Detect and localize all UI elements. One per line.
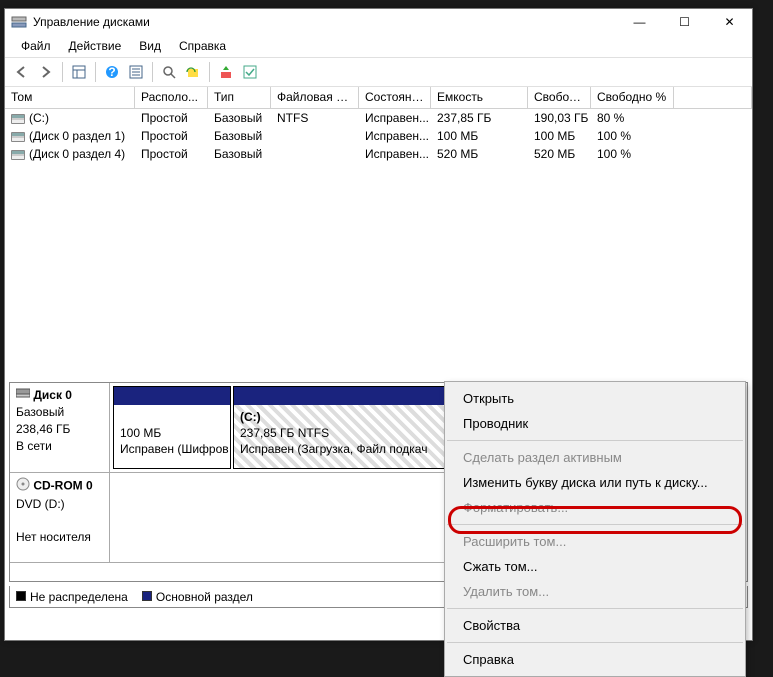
properties-icon[interactable]	[125, 61, 147, 83]
action2-icon[interactable]	[239, 61, 261, 83]
ctx-letter[interactable]: Изменить букву диска или путь к диску...	[445, 470, 745, 495]
p1-size: 100 МБ	[120, 426, 161, 440]
cdrom-status: Нет носителя	[16, 530, 91, 544]
cdrom-icon	[16, 477, 30, 496]
col-status[interactable]: Состояние	[359, 87, 431, 108]
ctx-open[interactable]: Открыть	[445, 386, 745, 411]
col-spacer	[674, 87, 752, 108]
table-row[interactable]: (Диск 0 раздел 1)ПростойБазовыйИсправен.…	[5, 127, 752, 145]
action1-icon[interactable]	[215, 61, 237, 83]
disk0-status: В сети	[16, 439, 52, 453]
col-freepct[interactable]: Свободно %	[591, 87, 674, 108]
window-title: Управление дисками	[33, 15, 617, 29]
legend-unallocated: Не распределена	[16, 590, 128, 604]
volume-icon	[11, 132, 25, 142]
disk0-info[interactable]: Диск 0 Базовый 238,46 ГБ В сети	[10, 383, 110, 472]
disk0-name: Диск 0	[33, 388, 72, 402]
menubar: Файл Действие Вид Справка	[5, 35, 752, 57]
ctx-help[interactable]: Справка	[445, 647, 745, 672]
menu-help[interactable]: Справка	[171, 37, 234, 55]
disk-icon	[16, 387, 30, 404]
cdrom-info[interactable]: CD-ROM 0 DVD (D:) Нет носителя	[10, 473, 110, 562]
disk0-partition1[interactable]: 100 МБ Исправен (Шифров	[113, 386, 231, 469]
col-tom[interactable]: Том	[5, 87, 135, 108]
col-type[interactable]: Тип	[208, 87, 271, 108]
menu-action[interactable]: Действие	[61, 37, 130, 55]
table-row[interactable]: (Диск 0 раздел 4)ПростойБазовыйИсправен.…	[5, 145, 752, 163]
context-menu: Открыть Проводник Сделать раздел активны…	[444, 381, 746, 677]
ctx-active: Сделать раздел активным	[445, 445, 745, 470]
p2-size: 237,85 ГБ NTFS	[240, 426, 329, 440]
menu-file[interactable]: Файл	[13, 37, 59, 55]
volume-table: Том Располо... Тип Файловая с... Состоян…	[5, 87, 752, 163]
refresh-icon[interactable]	[182, 61, 204, 83]
forward-icon[interactable]	[35, 61, 57, 83]
ctx-explorer[interactable]: Проводник	[445, 411, 745, 436]
menu-view[interactable]: Вид	[131, 37, 169, 55]
cdrom-type: DVD (D:)	[16, 497, 65, 511]
volume-icon	[11, 114, 25, 124]
ctx-delete: Удалить том...	[445, 579, 745, 604]
back-icon[interactable]	[11, 61, 33, 83]
ctx-shrink[interactable]: Сжать том...	[445, 554, 745, 579]
search-icon[interactable]	[158, 61, 180, 83]
maximize-button[interactable]: ☐	[662, 9, 707, 35]
col-free[interactable]: Свобод...	[528, 87, 591, 108]
cdrom-name: CD-ROM 0	[33, 479, 92, 493]
col-rasp[interactable]: Располо...	[135, 87, 208, 108]
p1-status: Исправен (Шифров	[120, 442, 229, 456]
col-capacity[interactable]: Емкость	[431, 87, 528, 108]
show-hide-icon[interactable]	[68, 61, 90, 83]
volume-icon	[11, 150, 25, 160]
disk-management-window: Управление дисками — ☐ ✕ Файл Действие В…	[4, 8, 753, 641]
svg-text:?: ?	[108, 65, 115, 79]
ctx-format: Форматировать...	[445, 495, 745, 520]
disk0-size: 238,46 ГБ	[16, 422, 70, 436]
col-fs[interactable]: Файловая с...	[271, 87, 359, 108]
ctx-props[interactable]: Свойства	[445, 613, 745, 638]
table-row[interactable]: (C:)ПростойБазовыйNTFSИсправен...237,85 …	[5, 109, 752, 127]
legend-primary: Основной раздел	[142, 590, 253, 604]
minimize-button[interactable]: —	[617, 9, 662, 35]
close-button[interactable]: ✕	[707, 9, 752, 35]
p2-status: Исправен (Загрузка, Файл подкач	[240, 442, 427, 456]
app-icon	[11, 14, 27, 30]
help-icon[interactable]: ?	[101, 61, 123, 83]
titlebar[interactable]: Управление дисками — ☐ ✕	[5, 9, 752, 35]
ctx-extend: Расширить том...	[445, 529, 745, 554]
disk0-type: Базовый	[16, 405, 64, 419]
toolbar: ?	[5, 57, 752, 87]
p2-name: (C:)	[240, 410, 261, 424]
